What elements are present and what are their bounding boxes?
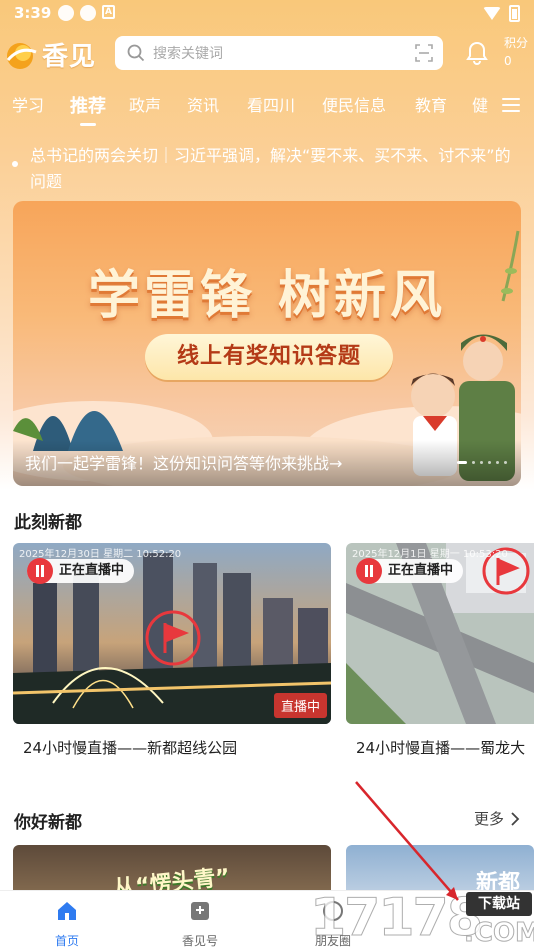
home-icon bbox=[58, 902, 76, 920]
status-bar: 3:39 A bbox=[0, 0, 534, 28]
a-notification-icon: A bbox=[102, 5, 115, 19]
bullet-dot bbox=[12, 161, 18, 167]
status-time: 3:39 bbox=[14, 4, 52, 22]
live-badge: 正在直播中 bbox=[356, 558, 464, 584]
app-notification-icon bbox=[80, 5, 96, 21]
tab-health[interactable]: 健 bbox=[472, 92, 488, 116]
section-title-live: 此刻新都 bbox=[14, 513, 82, 533]
app-logo[interactable]: 香见 bbox=[4, 36, 96, 73]
points-label: 积分 bbox=[504, 36, 529, 50]
category-tabs: 学习 推荐 政声 资讯 看四川 便民信息 教育 健 bbox=[0, 92, 534, 126]
live-badge-text: 正在直播中 bbox=[388, 563, 454, 578]
live-caption: 24小时慢直播——蜀龙大 bbox=[356, 739, 526, 757]
wifi-icon bbox=[483, 7, 501, 20]
logo-icon bbox=[6, 42, 37, 69]
more-link[interactable]: 更多 bbox=[474, 808, 520, 829]
banner-title: 学雷锋 树新风 bbox=[87, 265, 447, 326]
carousel-indicator bbox=[457, 461, 507, 464]
nav-xiangjian-account[interactable]: 香见号 bbox=[160, 899, 240, 949]
points-display[interactable]: 积分 0 bbox=[504, 34, 528, 70]
app-header: 香见 搜索关键词 积分 0 bbox=[0, 34, 534, 74]
watermark-digits: 17178 bbox=[310, 888, 484, 949]
watermark-suffix: .COM bbox=[464, 918, 534, 949]
tab-education[interactable]: 教育 bbox=[415, 92, 447, 116]
battery-icon bbox=[509, 5, 520, 22]
tab-study[interactable]: 学习 bbox=[12, 92, 44, 116]
live-timestamp: 2025年12月1日 星期一 10:53:20 bbox=[352, 549, 508, 560]
tab-public-info[interactable]: 便民信息 bbox=[322, 92, 386, 116]
chevron-right-icon bbox=[511, 811, 520, 826]
tab-politics[interactable]: 政声 bbox=[129, 92, 161, 116]
nav-home-label: 首页 bbox=[54, 934, 79, 948]
banner-subtitle: 线上有奖知识答题 bbox=[145, 334, 393, 380]
on-air-tag: 直播中 bbox=[273, 693, 327, 718]
bookmark-plus-icon bbox=[191, 902, 209, 920]
live-card[interactable]: 2025年12月30日 星期二 10:52:20 正在直播中 直播中 24小时慢… bbox=[13, 543, 331, 758]
headline-text: 总书记的两会关切｜习近平强调，解决“要不来、买不来、讨不来”的问题 bbox=[30, 146, 511, 191]
points-value: 0 bbox=[504, 54, 512, 68]
nav-home[interactable]: 首页 bbox=[27, 899, 107, 949]
watermark-badge: 下载站 bbox=[466, 892, 532, 916]
bell-icon[interactable] bbox=[464, 40, 490, 66]
search-input[interactable]: 搜索关键词 bbox=[115, 36, 443, 70]
search-icon bbox=[127, 44, 145, 62]
tab-recommend[interactable]: 推荐 bbox=[70, 92, 106, 118]
live-badge: 正在直播中 bbox=[27, 558, 135, 584]
live-card[interactable]: 2025年12月1日 星期一 10:53:20 正在直播中 24小时慢直播——蜀… bbox=[346, 543, 534, 758]
nav-xiangjian-label: 香见号 bbox=[181, 934, 218, 948]
pause-icon bbox=[27, 558, 53, 584]
promo-banner[interactable]: 学雷锋 树新风 线上有奖知识答题 我们一起学雷锋！这份知识问答等你来挑战→ bbox=[13, 201, 521, 486]
live-badge-text: 正在直播中 bbox=[59, 563, 125, 578]
banner-caption: 我们一起学雷锋！这份知识问答等你来挑战→ bbox=[25, 454, 343, 473]
active-tab-indicator bbox=[80, 123, 96, 126]
pause-icon bbox=[356, 558, 382, 584]
tab-sichuan[interactable]: 看四川 bbox=[247, 92, 295, 116]
logo-text: 香见 bbox=[42, 42, 97, 72]
headline-ticker[interactable]: 总书记的两会关切｜习近平强调，解决“要不来、买不来、讨不来”的问题 bbox=[12, 143, 522, 195]
notification-icons: A bbox=[58, 5, 115, 21]
scan-icon[interactable] bbox=[415, 44, 433, 62]
section-title-hello: 你好新都 bbox=[14, 813, 82, 833]
app-notification-icon bbox=[58, 5, 74, 21]
live-caption: 24小时慢直播——新都超线公园 bbox=[23, 739, 238, 757]
live-thumbnail: 2025年12月1日 星期一 10:53:20 正在直播中 bbox=[346, 543, 534, 724]
more-label: 更多 bbox=[473, 810, 504, 828]
site-watermark: 17178 下载站 .COM bbox=[310, 888, 534, 950]
search-placeholder: 搜索关键词 bbox=[153, 46, 223, 62]
live-thumbnail: 2025年12月30日 星期二 10:52:20 正在直播中 直播中 bbox=[13, 543, 331, 724]
tab-news[interactable]: 资讯 bbox=[187, 92, 219, 116]
menu-icon[interactable] bbox=[502, 98, 520, 112]
